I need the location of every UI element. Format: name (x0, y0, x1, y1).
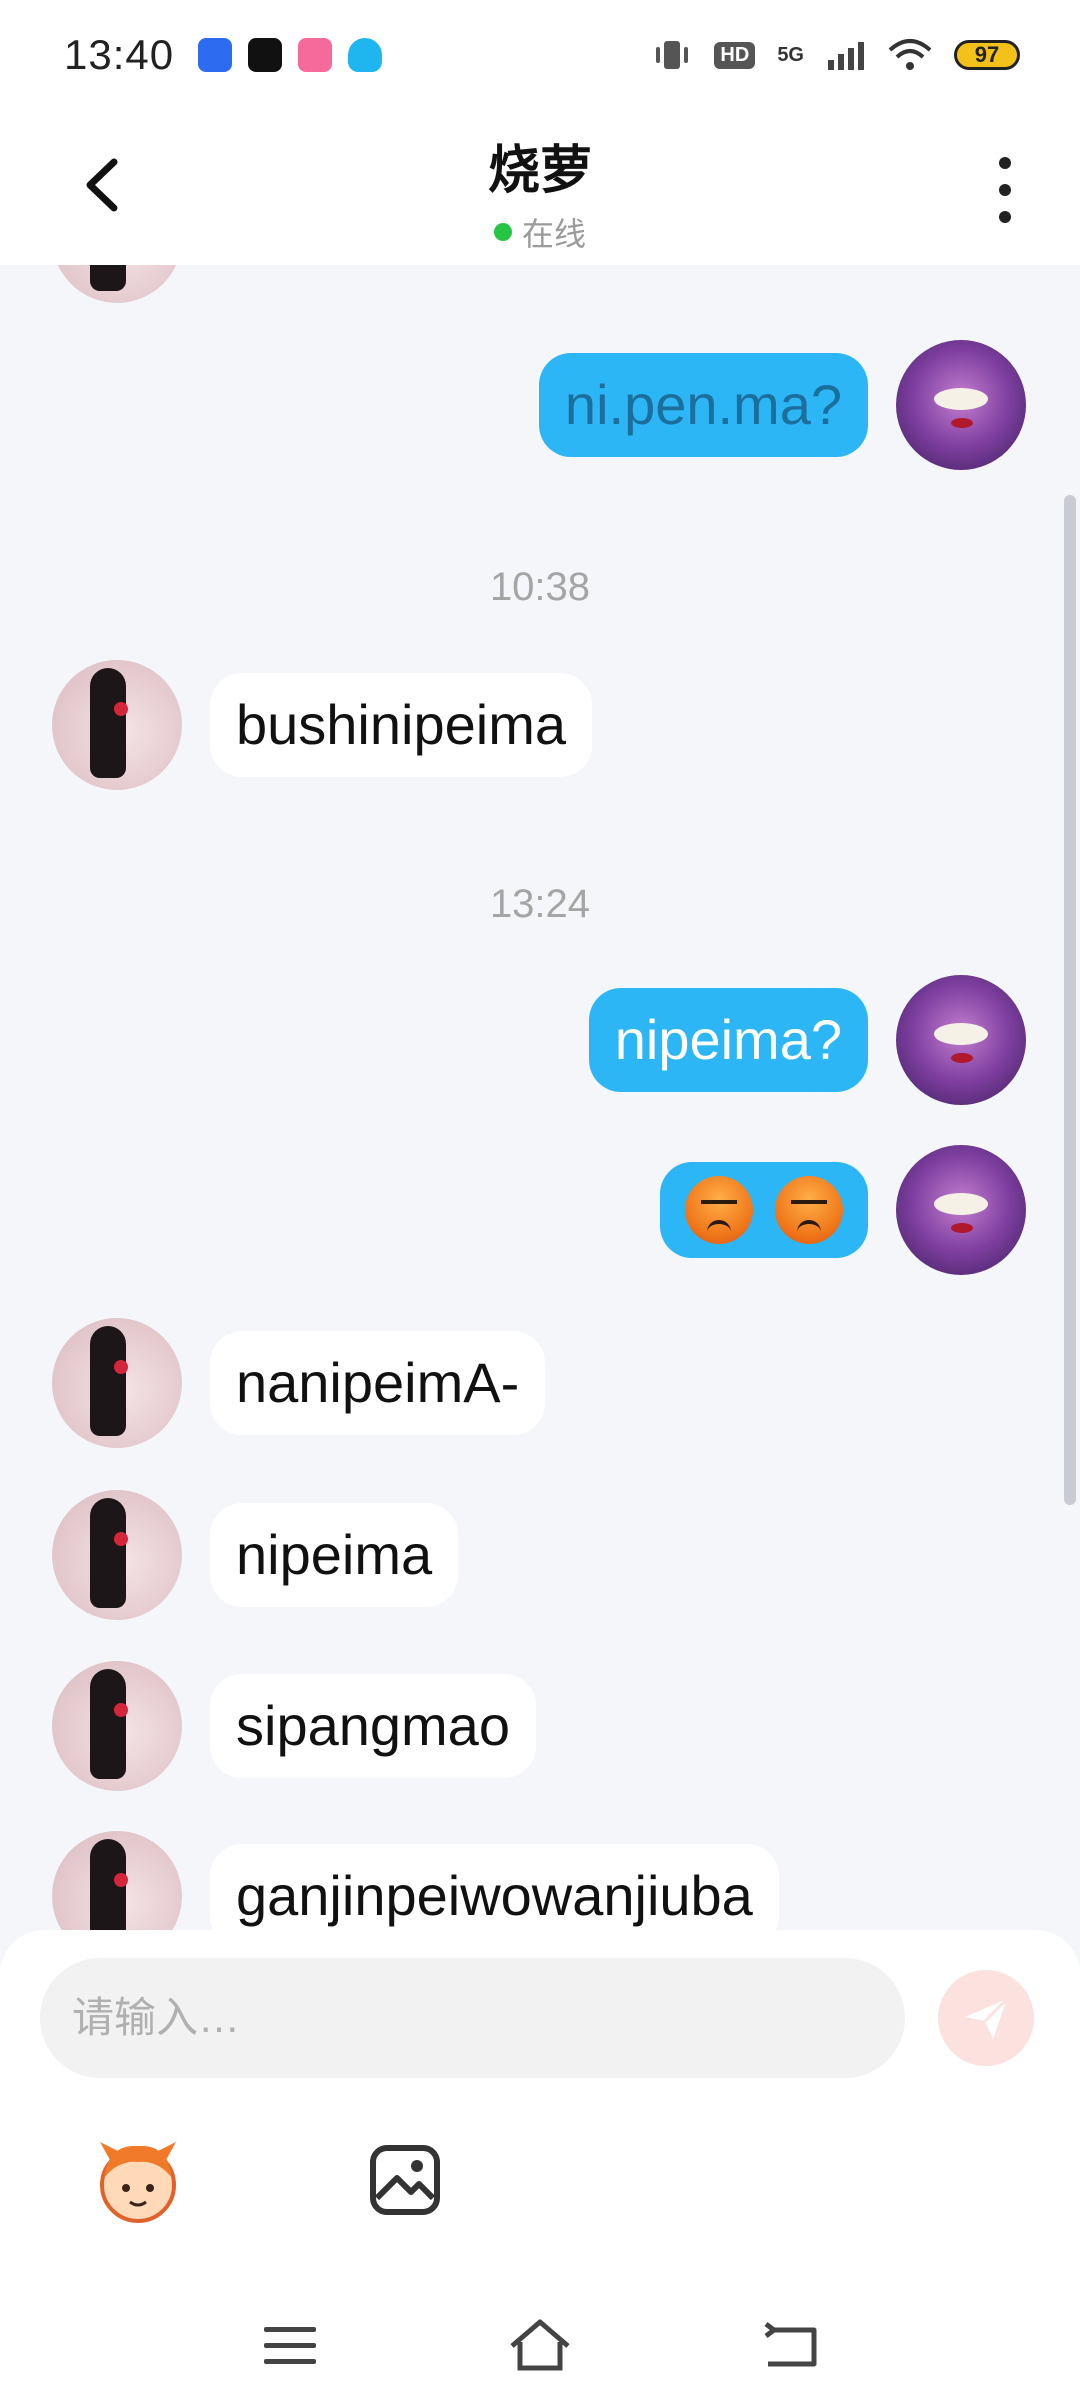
message-row-incoming: bushinipeima (52, 660, 592, 790)
contact-avatar[interactable] (52, 265, 182, 303)
message-bubble[interactable]: nipeima? (588, 988, 868, 1092)
battery-indicator: 97 (954, 40, 1020, 70)
message-timestamp: 10:38 (489, 565, 591, 609)
contact-avatar[interactable] (52, 1661, 182, 1791)
message-bubble[interactable]: sipangmao (210, 1674, 536, 1778)
bilibili-app-icon (298, 38, 333, 72)
more-dot-icon (999, 157, 1011, 170)
chat-header: 烧萝 在线 (0, 110, 1080, 265)
sticker-mascot-icon (100, 2142, 176, 2223)
presence-label: 在线 (521, 216, 586, 252)
status-app-icons (198, 38, 383, 72)
contact-avatar[interactable] (52, 1831, 182, 1930)
vibrate-icon (656, 41, 689, 69)
menu-icon (264, 2327, 316, 2364)
message-bubble[interactable]: nanipeimA- (210, 1331, 546, 1435)
contact-name: 烧萝 (487, 142, 592, 200)
message-bubble[interactable]: bushinipeima (210, 673, 592, 777)
image-button[interactable] (355, 2130, 455, 2230)
send-icon (965, 1997, 1009, 2039)
message-input[interactable] (40, 1958, 905, 2078)
message-row-incoming: nipeima (52, 1490, 459, 1620)
message-bubble[interactable]: nipeima (210, 1503, 459, 1607)
wifi-icon (888, 39, 932, 70)
angry-face-icon (685, 1176, 754, 1244)
qq-app-icon (348, 38, 383, 72)
signal-label: 5G (777, 43, 804, 66)
emoji-message-bubble[interactable] (660, 1162, 868, 1258)
back-arrow-icon (764, 2322, 817, 2367)
contact-avatar[interactable] (52, 1318, 182, 1448)
battery-level: 97 (974, 42, 1000, 67)
message-row-incoming: nanipeimA- (52, 1318, 546, 1448)
message-list-scrollbar[interactable] (1064, 495, 1076, 1505)
more-dot-icon (999, 210, 1011, 223)
more-dot-icon (999, 183, 1011, 196)
back-nav-button[interactable] (755, 2310, 825, 2380)
message-row-outgoing (660, 1145, 1026, 1275)
status-bar: 13:40 HD 5G 97 (0, 0, 1080, 110)
message-timestamp: 13:24 (489, 882, 591, 926)
message-row-outgoing: ni.pen.ma? (538, 340, 1026, 470)
online-dot-icon (493, 223, 512, 241)
status-time: 13:40 (64, 31, 175, 78)
message-row-incoming: sipangmao (52, 1661, 536, 1791)
contact-avatar[interactable] (52, 1490, 182, 1620)
image-icon (370, 2145, 440, 2215)
system-navigation-bar (0, 2290, 1080, 2400)
message-bubble[interactable]: ganjinpeiwowanjiuba (210, 1844, 779, 1930)
tiktok-app-icon (248, 38, 283, 72)
menu-nav-button[interactable] (255, 2310, 325, 2380)
presence-status: 在线 (0, 209, 1080, 255)
hd-badge: HD (714, 41, 756, 69)
chat-screen: 13:40 HD 5G 97 烧萝 在线 ni.pen.ma? 10:38 bu… (0, 0, 1080, 2400)
message-row-incoming: ganjinpeiwowanjiuba (52, 1831, 779, 1930)
my-avatar[interactable] (896, 1145, 1026, 1275)
angry-face-icon (775, 1176, 843, 1244)
message-bubble[interactable]: ni.pen.ma? (538, 353, 868, 457)
chat-title-block: 烧萝 在线 (0, 128, 1080, 255)
my-avatar[interactable] (896, 340, 1026, 470)
signal-bars-icon (828, 42, 864, 70)
contact-avatar[interactable] (52, 660, 182, 790)
my-avatar[interactable] (896, 975, 1026, 1105)
message-list[interactable]: ni.pen.ma? 10:38 bushinipeima 13:24 nipe… (0, 265, 1080, 1930)
more-options-button[interactable] (980, 150, 1030, 230)
sticker-button[interactable] (88, 2130, 188, 2230)
send-button[interactable] (938, 1970, 1034, 2066)
shield-app-icon (198, 38, 233, 72)
message-row-outgoing: nipeima? (588, 975, 1026, 1105)
home-icon (510, 2319, 570, 2371)
home-nav-button[interactable] (505, 2310, 575, 2380)
message-row-partial (52, 265, 182, 303)
